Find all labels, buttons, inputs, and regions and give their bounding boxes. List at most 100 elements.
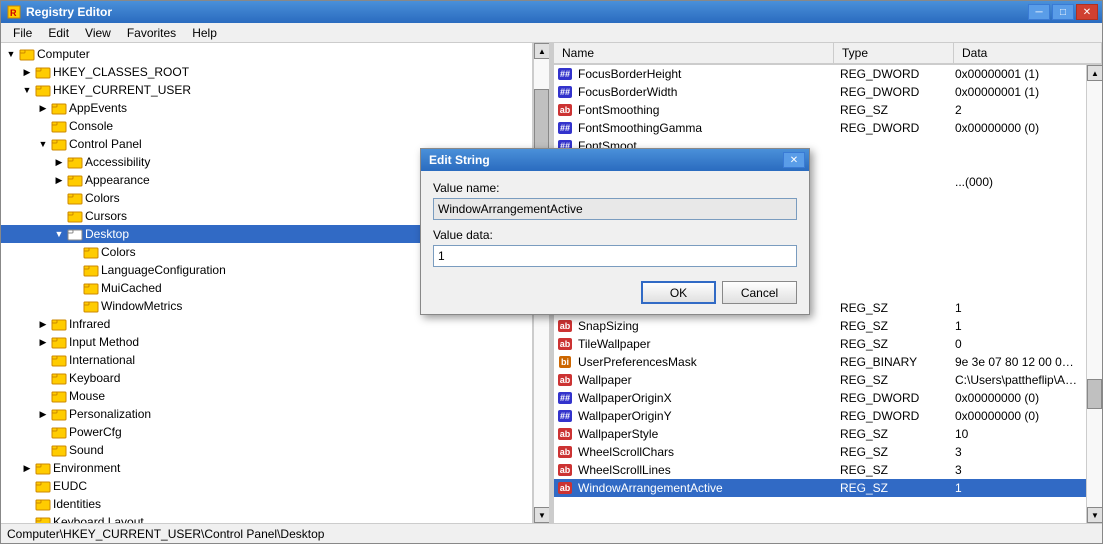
tree-scroll-thumb[interactable]	[534, 89, 549, 149]
ab-icon: ab	[558, 446, 573, 458]
tree-node-sound[interactable]: ▶ Sound	[1, 441, 532, 459]
table-row[interactable]: ## FontSmoothingGamma REG_DWORD 0x000000…	[554, 119, 1086, 137]
title-bar: R Registry Editor ─ □ ✕	[1, 1, 1102, 23]
dword-icon: ##	[558, 68, 572, 80]
ab-icon: ab	[558, 464, 573, 476]
expander-accessibility[interactable]: ▶	[51, 154, 67, 170]
tree-node-international[interactable]: ▶ International	[1, 351, 532, 369]
menu-help[interactable]: Help	[184, 24, 225, 42]
tree-label-input-method: Input Method	[69, 335, 139, 349]
tree-node-keyboard-layout[interactable]: ▶ Keyboard Layout	[1, 513, 532, 523]
value-data-label: Value data:	[433, 228, 797, 242]
reg-row-data: 0x00000000 (0)	[951, 121, 1084, 135]
reg-row-icon: ab	[556, 374, 574, 386]
tree-node-personalization[interactable]: ▶ Personalization	[1, 405, 532, 423]
registry-scrollbar[interactable]: ▲ ▼	[1086, 65, 1102, 523]
reg-row-type: REG_SZ	[836, 319, 951, 333]
tree-node-hkcr[interactable]: ▶ HKEY_CLASSES_ROOT	[1, 63, 532, 81]
menu-favorites[interactable]: Favorites	[119, 24, 184, 42]
tree-node-appevents[interactable]: ▶ AppEvents	[1, 99, 532, 117]
tree-node-powercfg[interactable]: ▶ PowerCfg	[1, 423, 532, 441]
expander-infrared[interactable]: ▶	[35, 316, 51, 332]
folder-icon-personalization	[51, 407, 67, 421]
table-row[interactable]: ## FocusBorderHeight REG_DWORD 0x0000000…	[554, 65, 1086, 83]
tree-node-infrared[interactable]: ▶ Infrared	[1, 315, 532, 333]
dword-icon: ##	[558, 86, 572, 98]
registry-scroll-track[interactable]	[1087, 81, 1102, 507]
tree-label-hkcu: HKEY_CURRENT_USER	[53, 83, 191, 97]
tree-node-console[interactable]: ▶ Console	[1, 117, 532, 135]
tree-node-hkcu[interactable]: ▼ HKEY_CURRENT_USER	[1, 81, 532, 99]
reg-row-data: 1	[951, 481, 1084, 495]
value-name-input[interactable]	[433, 198, 797, 220]
registry-scroll-up[interactable]: ▲	[1087, 65, 1102, 81]
value-data-input[interactable]	[433, 245, 797, 267]
reg-row-data: 1	[951, 301, 1084, 315]
table-row[interactable]: ab WheelScrollLines REG_SZ 3	[554, 461, 1086, 479]
tree-node-keyboard[interactable]: ▶ Keyboard	[1, 369, 532, 387]
table-row[interactable]: ab WheelScrollChars REG_SZ 3	[554, 443, 1086, 461]
table-row[interactable]: ## WallpaperOriginY REG_DWORD 0x00000000…	[554, 407, 1086, 425]
expander-desktop[interactable]: ▼	[51, 226, 67, 242]
table-row[interactable]: ## FocusBorderWidth REG_DWORD 0x00000001…	[554, 83, 1086, 101]
expander-input-method[interactable]: ▶	[35, 334, 51, 350]
close-button[interactable]: ✕	[1076, 4, 1098, 20]
expander-appevents[interactable]: ▶	[35, 100, 51, 116]
tree-label-personalization: Personalization	[69, 407, 151, 421]
tree-node-computer[interactable]: ▼ Computer	[1, 45, 532, 63]
menu-bar: File Edit View Favorites Help	[1, 23, 1102, 43]
folder-icon-desktop	[67, 227, 83, 241]
menu-edit[interactable]: Edit	[40, 24, 77, 42]
tree-node-eudc[interactable]: ▶ EUDC	[1, 477, 532, 495]
expander-appearance[interactable]: ▶	[51, 172, 67, 188]
edit-string-dialog[interactable]: Edit String ✕ Value name: Value data: OK…	[420, 148, 810, 315]
folder-icon-powercfg	[51, 425, 67, 439]
tree-node-input-method[interactable]: ▶ Input Method	[1, 333, 532, 351]
table-row[interactable]: ab Wallpaper REG_SZ C:\Users\pattheflip\…	[554, 371, 1086, 389]
table-row[interactable]: ab FontSmoothing REG_SZ 2	[554, 101, 1086, 119]
menu-file[interactable]: File	[5, 24, 40, 42]
reg-row-data: 0x00000000 (0)	[951, 409, 1084, 423]
table-row[interactable]: bi UserPreferencesMask REG_BINARY 9e 3e …	[554, 353, 1086, 371]
dialog-cancel-button[interactable]: Cancel	[722, 281, 797, 304]
expander-hkcu[interactable]: ▼	[19, 82, 35, 98]
table-row[interactable]: ab WindowArrangementActive REG_SZ 1	[554, 479, 1086, 497]
status-path: Computer\HKEY_CURRENT_USER\Control Panel…	[7, 527, 324, 541]
expander-hkcr[interactable]: ▶	[19, 64, 35, 80]
expander-control-panel[interactable]: ▼	[35, 136, 51, 152]
tree-node-mouse[interactable]: ▶ Mouse	[1, 387, 532, 405]
folder-icon-console	[51, 119, 67, 133]
folder-icon-computer	[19, 47, 35, 61]
tree-scroll-down[interactable]: ▼	[534, 507, 550, 523]
registry-scroll-down[interactable]: ▼	[1087, 507, 1102, 523]
tree-label-appevents: AppEvents	[69, 101, 127, 115]
tree-scroll-up[interactable]: ▲	[534, 43, 550, 59]
tree-node-environment[interactable]: ▶ Environment	[1, 459, 532, 477]
tree-label-colors-cp: Colors	[85, 191, 120, 205]
tree-label-computer: Computer	[37, 47, 90, 61]
minimize-button[interactable]: ─	[1028, 4, 1050, 20]
expander-computer[interactable]: ▼	[3, 46, 19, 62]
tree-node-identities[interactable]: ▶ Identities	[1, 495, 532, 513]
ab-icon: ab	[558, 374, 573, 386]
table-row[interactable]: ab SnapSizing REG_SZ 1	[554, 317, 1086, 335]
expander-personalization[interactable]: ▶	[35, 406, 51, 422]
dialog-ok-button[interactable]: OK	[641, 281, 716, 304]
reg-row-icon: ab	[556, 446, 574, 458]
menu-view[interactable]: View	[77, 24, 119, 42]
table-row[interactable]: ab WallpaperStyle REG_SZ 10	[554, 425, 1086, 443]
reg-row-name: UserPreferencesMask	[574, 355, 836, 369]
registry-scroll-thumb[interactable]	[1087, 379, 1102, 409]
table-row[interactable]: ## WallpaperOriginX REG_DWORD 0x00000000…	[554, 389, 1086, 407]
dialog-close-button[interactable]: ✕	[783, 152, 805, 168]
reg-row-data: 0x00000001 (1)	[951, 85, 1084, 99]
folder-icon-keyboard	[51, 371, 67, 385]
reg-row-icon: ab	[556, 104, 574, 116]
reg-row-name: WallpaperStyle	[574, 427, 836, 441]
column-headers: Name Type Data	[554, 43, 1102, 65]
maximize-button[interactable]: □	[1052, 4, 1074, 20]
folder-icon-environment	[35, 461, 51, 475]
table-row[interactable]: ab TileWallpaper REG_SZ 0	[554, 335, 1086, 353]
expander-environment[interactable]: ▶	[19, 460, 35, 476]
dword-icon: ##	[558, 410, 572, 422]
